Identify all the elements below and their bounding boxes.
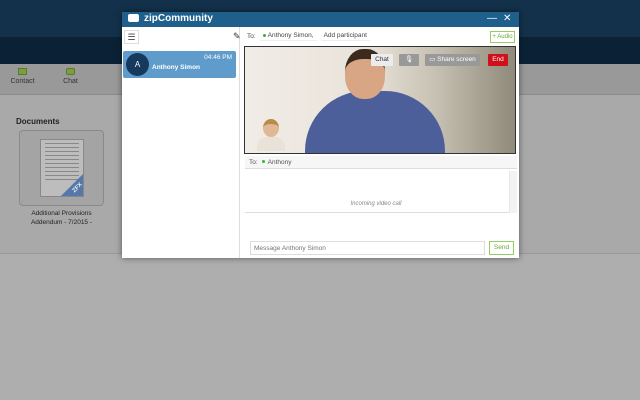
video-feed: Chat 🎙 ▭ Share screen End — [244, 46, 516, 154]
documents-heading: Documents — [16, 117, 60, 126]
message-input[interactable] — [250, 241, 485, 255]
contact-icon — [18, 68, 27, 75]
app-title: zipCommunity — [144, 13, 213, 24]
nav-contact-label: Contact — [10, 78, 35, 85]
nav-chat[interactable]: Chat — [48, 68, 93, 85]
conversation-item[interactable]: A 04:46 PM Anthony Simon — [123, 51, 236, 78]
document-caption[interactable]: Additional Provisions Addendum - 7/2015 - — [19, 209, 104, 227]
participant-chip[interactable]: Anthony Simon, — [259, 31, 317, 41]
conversation-list: ☰ A 04:46 PM Anthony Simon — [122, 27, 240, 258]
remote-video-person — [305, 91, 445, 153]
self-view-video — [257, 119, 285, 153]
conversation-time: 04:46 PM — [204, 54, 232, 61]
nav-contact[interactable]: Contact — [0, 68, 45, 85]
chat-bubble-icon — [128, 14, 139, 22]
menu-icon[interactable]: ☰ — [124, 30, 139, 44]
lower-area — [0, 253, 640, 400]
participant-name: Anthony Simon, — [267, 32, 314, 39]
online-status-icon — [262, 34, 266, 37]
edit-icon[interactable]: ✎ — [233, 31, 241, 42]
caption-line: Addendum - 7/2015 - — [30, 219, 93, 226]
video-chat-button[interactable]: Chat — [371, 54, 393, 66]
to-label: To: — [249, 159, 258, 166]
incoming-call-status: Incoming video call — [350, 201, 402, 207]
recipients-header: To: Anthony Simon, Add participant — [247, 29, 370, 43]
conversation-name: Anthony Simon — [152, 64, 201, 71]
close-button[interactable]: ✕ — [503, 13, 511, 24]
add-participant-input[interactable]: Add participant — [320, 31, 370, 41]
nav-chat-label: Chat — [63, 78, 78, 85]
app-logo: zipCommunity — [128, 13, 213, 24]
document-thumbnail: ZFX — [40, 139, 84, 197]
share-screen-label: Share screen — [437, 56, 476, 63]
window-titlebar: zipCommunity — ✕ — [122, 12, 519, 27]
scrollbar[interactable] — [509, 171, 517, 213]
caption-line: Additional Provisions — [31, 210, 92, 217]
microphone-icon[interactable]: 🎙 — [399, 54, 419, 66]
recipient-name: Anthony — [267, 159, 292, 166]
online-status-icon — [261, 160, 265, 163]
avatar: A — [126, 53, 149, 76]
document-card[interactable]: ZFX — [19, 130, 104, 206]
share-screen-button[interactable]: ▭ Share screen — [425, 54, 480, 66]
to-label: To: — [247, 32, 256, 40]
chat-window: zipCommunity — ✕ ☰ A 04:46 PM Anthony Si… — [122, 12, 519, 258]
chat-recipient-row: To: Anthony — [245, 156, 517, 169]
end-call-button[interactable]: End — [488, 54, 508, 66]
monitor-icon: ▭ — [429, 56, 438, 63]
minimize-button[interactable]: — — [487, 13, 497, 24]
message-list: Incoming video call — [245, 171, 517, 213]
audio-button[interactable]: + Audio — [490, 31, 515, 43]
send-button[interactable]: Send — [489, 241, 514, 255]
chat-icon — [66, 68, 75, 75]
